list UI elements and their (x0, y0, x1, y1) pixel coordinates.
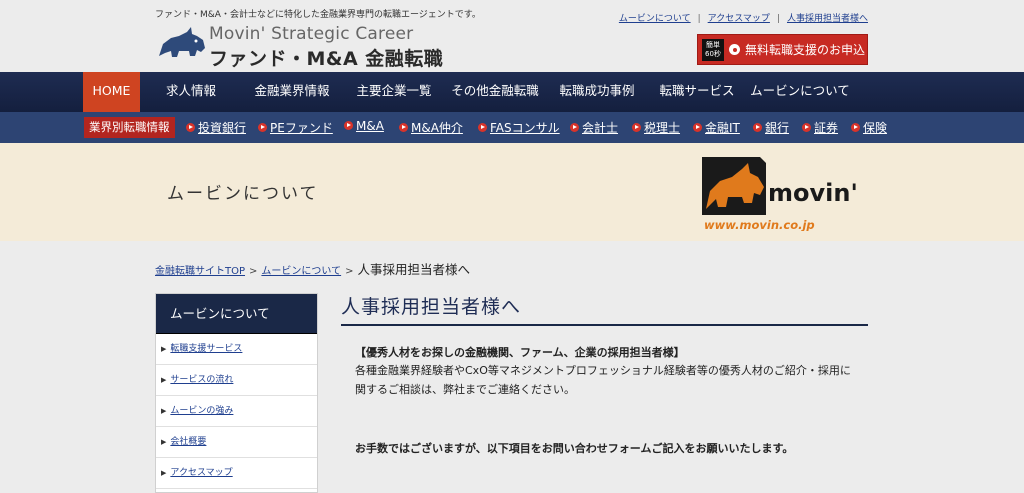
site-header: ファンド・M&A・会計士などに特化した金融業界専門の転職エージェントです。 Mo… (0, 0, 1024, 72)
arrow-bullet-icon (753, 123, 762, 132)
free-apply-button[interactable]: 簡単60秒 無料転職支援のお申込 (697, 34, 868, 65)
page-title: 人事採用担当者様へ (341, 292, 868, 326)
nav-services[interactable]: 転職サービス (656, 72, 738, 112)
arrow-bullet-icon (632, 123, 641, 132)
subnav-label: 業界別転職情報 (84, 117, 175, 138)
content-note: お手数ではございますが、以下項目をお問い合わせフォームご記入をお願いいたします。 (355, 442, 794, 455)
subnav-item[interactable]: 金融IT (693, 119, 740, 136)
nav-company-list[interactable]: 主要企業一覧 (352, 72, 436, 112)
sidebar-item-flow[interactable]: ▶ サービスの流れ (156, 365, 317, 396)
breadcrumb: 金融転職サイトTOP > ムービンについて > 人事採用担当者様へ (155, 259, 470, 278)
arrow-bullet-icon (693, 123, 702, 132)
arrow-bullet-icon (344, 121, 353, 130)
subnav-item[interactable]: FASコンサル (478, 119, 560, 136)
subnav-item[interactable]: 税理士 (632, 119, 680, 136)
banner-logo-text: movin' (768, 179, 858, 207)
content-body: 各種金融業界経験者やCxO等マネジメントプロフェッショナル経験者等の優秀人材のご… (355, 364, 851, 396)
nav-home[interactable]: HOME (83, 72, 140, 112)
arrow-bullet-icon (186, 123, 195, 132)
content-heading: 【優秀人材をお探しの金融機関、ファーム、企業の採用担当者様】 (355, 346, 685, 359)
subnav-item[interactable]: 投資銀行 (186, 119, 246, 136)
toplink-access-map[interactable]: アクセスマップ (708, 14, 770, 24)
subnav-item[interactable]: 保険 (851, 119, 887, 136)
sidebar-item-support[interactable]: ▶ 転職支援サービス (156, 334, 317, 365)
triangle-right-icon: ▶ (161, 407, 167, 415)
apply-label: 無料転職支援のお申込 (745, 43, 866, 57)
subnav-item[interactable]: 会計士 (570, 119, 618, 136)
main-nav: HOME 求人情報 金融業界情報 主要企業一覧 その他金融転職 転職成功事例 転… (0, 72, 1024, 112)
site-logo[interactable]: Movin' Strategic Career ファンド・M&A 金融転職 (157, 24, 477, 70)
movin-banner-logo: movin' www.movin.co.jp (702, 157, 858, 231)
top-links: ムービンについて | アクセスマップ | 人事採用担当者様へ (619, 11, 868, 24)
subnav-item[interactable]: PEファンド (258, 119, 333, 136)
nav-success-cases[interactable]: 転職成功事例 (555, 72, 639, 112)
banner-title: ムービンについて (167, 184, 319, 204)
breadcrumb-separator: > (345, 266, 354, 277)
sidebar-item-company[interactable]: ▶ 会社概要 (156, 427, 317, 458)
logo-japanese-text: ファンド・M&A 金融転職 (209, 48, 444, 70)
subnav-item[interactable]: 銀行 (753, 119, 789, 136)
arrow-bullet-icon (570, 123, 579, 132)
nav-about[interactable]: ムービンについて (750, 72, 850, 112)
separator: | (776, 14, 780, 24)
arrow-bullet-icon (851, 123, 860, 132)
triangle-right-icon: ▶ (161, 469, 167, 477)
industry-subnav: 業界別転職情報 投資銀行 PEファンド M&A M&A仲介 FASコンサル 会計… (0, 112, 1024, 143)
separator: | (697, 14, 701, 24)
nav-job-info[interactable]: 求人情報 (160, 72, 222, 112)
triangle-right-icon: ▶ (161, 376, 167, 384)
arrow-bullet-icon (802, 123, 811, 132)
rhino-logo-icon (159, 27, 205, 57)
breadcrumb-about[interactable]: ムービンについて (261, 266, 341, 277)
sidebar-item-access[interactable]: ▶ アクセスマップ (156, 458, 317, 489)
toplink-about[interactable]: ムービンについて (619, 14, 691, 24)
subnav-item[interactable]: M&A (344, 119, 384, 133)
nav-other-finance[interactable]: その他金融転職 (447, 72, 543, 112)
arrow-bullet-icon (258, 123, 267, 132)
triangle-right-icon: ▶ (161, 345, 167, 353)
apply-badge: 簡単60秒 (702, 38, 724, 61)
breadcrumb-separator: > (249, 266, 258, 277)
logo-english-text: Movin' Strategic Career (209, 24, 414, 44)
sidebar-heading[interactable]: ムービンについて (156, 294, 317, 334)
triangle-right-icon: ▶ (161, 438, 167, 446)
arrow-bullet-icon (478, 123, 487, 132)
breadcrumb-home[interactable]: 金融転職サイトTOP (155, 266, 245, 277)
arrow-bullet-icon (399, 123, 408, 132)
subnav-item[interactable]: 証券 (802, 119, 838, 136)
sidebar: ムービンについて ▶ 転職支援サービス ▶ サービスの流れ ▶ ムービンの強み ▶ 会社… (155, 293, 318, 493)
bullet-icon (729, 44, 740, 55)
toplink-recruiters[interactable]: 人事採用担当者様へ (787, 14, 868, 24)
site-tagline: ファンド・M&A・会計士などに特化した金融業界専門の転職エージェントです。 (155, 10, 481, 20)
nav-industry-info[interactable]: 金融業界情報 (250, 72, 334, 112)
sidebar-item-strengths[interactable]: ▶ ムービンの強み (156, 396, 317, 427)
breadcrumb-current: 人事採用担当者様へ (357, 262, 471, 277)
banner-logo-url: www.movin.co.jp (704, 218, 815, 231)
subnav-item[interactable]: M&A仲介 (399, 119, 463, 136)
page-banner: ムービンについて movin' www.movin.co.jp (0, 143, 1024, 241)
